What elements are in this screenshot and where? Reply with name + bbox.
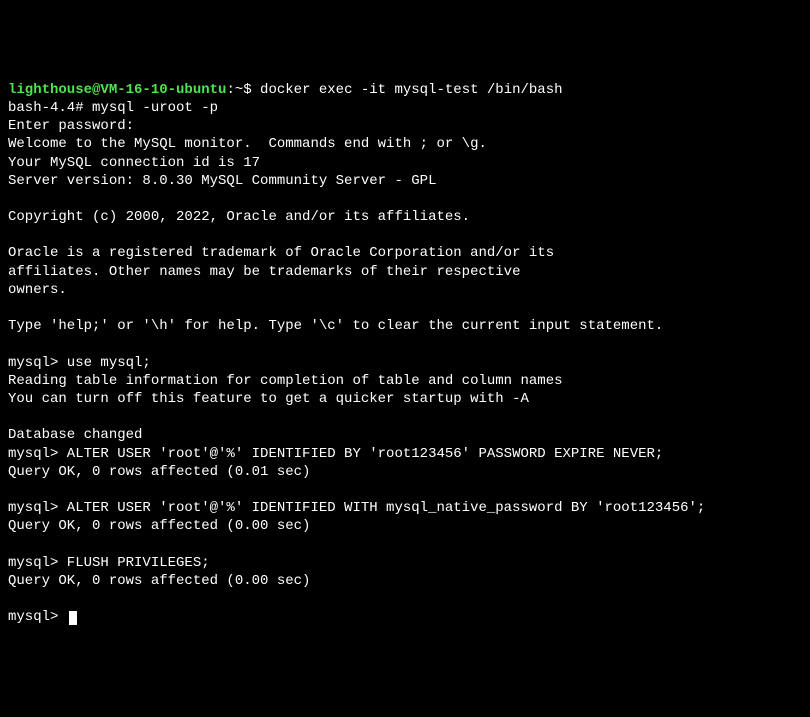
trademark-line-2: affiliates. Other names may be trademark… xyxy=(8,263,802,281)
alter-user-2-command: mysql> ALTER USER 'root'@'%' IDENTIFIED … xyxy=(8,499,802,517)
blank-line xyxy=(8,535,802,553)
help-line: Type 'help;' or '\h' for help. Type '\c'… xyxy=(8,317,802,335)
mysql-use-command: mysql> use mysql; xyxy=(8,354,802,372)
server-version-line: Server version: 8.0.30 MySQL Community S… xyxy=(8,172,802,190)
blank-line xyxy=(8,299,802,317)
flush-privileges-command: mysql> FLUSH PRIVILEGES; xyxy=(8,554,802,572)
alter-user-1-command: mysql> ALTER USER 'root'@'%' IDENTIFIED … xyxy=(8,445,802,463)
cursor-icon[interactable] xyxy=(69,611,77,625)
query-ok-3-line: Query OK, 0 rows affected (0.00 sec) xyxy=(8,572,802,590)
blank-line xyxy=(8,226,802,244)
blank-line xyxy=(8,408,802,426)
prompt-user-host: lighthouse@VM-16-10-ubuntu xyxy=(8,82,226,98)
copyright-line: Copyright (c) 2000, 2022, Oracle and/or … xyxy=(8,208,802,226)
bash-prompt-line: bash-4.4# mysql -uroot -p xyxy=(8,99,802,117)
prompt-path: ~ xyxy=(235,82,243,98)
trademark-line-3: owners. xyxy=(8,281,802,299)
reading-table-line: Reading table information for completion… xyxy=(8,372,802,390)
query-ok-2-line: Query OK, 0 rows affected (0.00 sec) xyxy=(8,517,802,535)
trademark-line-1: Oracle is a registered trademark of Orac… xyxy=(8,244,802,262)
blank-line xyxy=(8,590,802,608)
mysql-prompt: mysql> xyxy=(8,609,67,625)
database-changed-line: Database changed xyxy=(8,426,802,444)
connection-id-line: Your MySQL connection id is 17 xyxy=(8,154,802,172)
docker-command: docker exec -it mysql-test /bin/bash xyxy=(252,82,563,98)
welcome-line: Welcome to the MySQL monitor. Commands e… xyxy=(8,135,802,153)
blank-line xyxy=(8,190,802,208)
terminal-output[interactable]: lighthouse@VM-16-10-ubuntu:~$ docker exe… xyxy=(8,81,802,627)
blank-line xyxy=(8,335,802,353)
shell-prompt-line: lighthouse@VM-16-10-ubuntu:~$ docker exe… xyxy=(8,81,802,99)
query-ok-1-line: Query OK, 0 rows affected (0.01 sec) xyxy=(8,463,802,481)
prompt-dollar: $ xyxy=(243,82,251,98)
turn-off-line: You can turn off this feature to get a q… xyxy=(8,390,802,408)
enter-password-line: Enter password: xyxy=(8,117,802,135)
final-mysql-prompt-line: mysql> xyxy=(8,608,802,626)
blank-line xyxy=(8,481,802,499)
prompt-separator: : xyxy=(226,82,234,98)
